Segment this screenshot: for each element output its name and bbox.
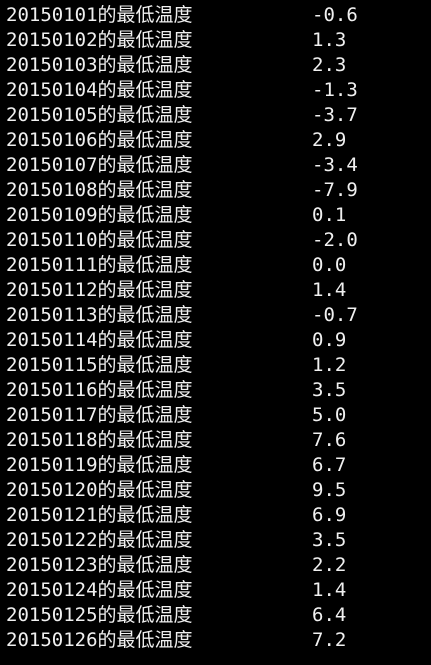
output-line: 20150122的最低温度 3.5 [0, 528, 431, 553]
temperature-value: -3.7 [312, 104, 358, 126]
output-line: 20150120的最低温度 9.5 [0, 478, 431, 503]
date-label: 20150119的最低温度 [6, 454, 193, 476]
output-line: 20150102的最低温度 1.3 [0, 28, 431, 53]
output-line: 20150109的最低温度 0.1 [0, 203, 431, 228]
date-label: 20150123的最低温度 [6, 554, 193, 576]
output-line: 20150117的最低温度 5.0 [0, 403, 431, 428]
output-line: 20150115的最低温度 1.2 [0, 353, 431, 378]
output-line: 20150123的最低温度 2.2 [0, 553, 431, 578]
date-label: 20150126的最低温度 [6, 629, 193, 651]
output-line: 20150105的最低温度 -3.7 [0, 103, 431, 128]
date-label: 20150106的最低温度 [6, 129, 193, 151]
date-label: 20150115的最低温度 [6, 354, 193, 376]
date-label: 20150103的最低温度 [6, 54, 193, 76]
output-line: 20150101的最低温度 -0.6 [0, 3, 431, 28]
temperature-value: 2.3 [312, 54, 347, 76]
date-label: 20150102的最低温度 [6, 29, 193, 51]
output-line: 20150108的最低温度 -7.9 [0, 178, 431, 203]
date-label: 20150118的最低温度 [6, 429, 193, 451]
output-line: 20150113的最低温度 -0.7 [0, 303, 431, 328]
output-line: 20150106的最低温度 2.9 [0, 128, 431, 153]
temperature-value: 1.2 [312, 354, 347, 376]
temperature-value: -0.7 [312, 304, 358, 326]
temperature-value: -1.3 [312, 79, 358, 101]
date-label: 20150101的最低温度 [6, 4, 193, 26]
output-line: 20150121的最低温度 6.9 [0, 503, 431, 528]
temperature-value: 3.5 [312, 529, 347, 551]
output-line: 20150112的最低温度 1.4 [0, 278, 431, 303]
date-label: 20150117的最低温度 [6, 404, 193, 426]
temperature-value: 1.4 [312, 579, 347, 601]
temperature-value: 1.4 [312, 279, 347, 301]
temperature-value: -2.0 [312, 229, 358, 251]
date-label: 20150110的最低温度 [6, 229, 193, 251]
output-line: 20150104的最低温度 -1.3 [0, 78, 431, 103]
date-label: 20150125的最低温度 [6, 604, 193, 626]
temperature-value: 6.4 [312, 604, 347, 626]
output-line: 20150124的最低温度 1.4 [0, 578, 431, 603]
temperature-value: 5.0 [312, 404, 347, 426]
temperature-value: 6.7 [312, 454, 347, 476]
temperature-value: 6.9 [312, 504, 347, 526]
date-label: 20150113的最低温度 [6, 304, 193, 326]
temperature-value: 3.5 [312, 379, 347, 401]
output-line: 20150107的最低温度 -3.4 [0, 153, 431, 178]
date-label: 20150108的最低温度 [6, 179, 193, 201]
output-line: 20150116的最低温度 3.5 [0, 378, 431, 403]
temperature-value: -0.6 [312, 4, 358, 26]
output-line: 20150111的最低温度 0.0 [0, 253, 431, 278]
terminal-output: 20150101的最低温度 -0.6 20150102的最低温度 1.3 20150… [0, 0, 431, 665]
date-label: 20150112的最低温度 [6, 279, 193, 301]
output-line: 20150114的最低温度 0.9 [0, 328, 431, 353]
temperature-value: 7.2 [312, 629, 347, 651]
temperature-value: -3.4 [312, 154, 358, 176]
temperature-value: 7.6 [312, 429, 347, 451]
temperature-value: 0.1 [312, 204, 347, 226]
output-line: 20150118的最低温度 7.6 [0, 428, 431, 453]
date-label: 20150116的最低温度 [6, 379, 193, 401]
date-label: 20150109的最低温度 [6, 204, 193, 226]
date-label: 20150120的最低温度 [6, 479, 193, 501]
output-line: 20150103的最低温度 2.3 [0, 53, 431, 78]
temperature-value: 0.9 [312, 329, 347, 351]
date-label: 20150114的最低温度 [6, 329, 193, 351]
output-line: 20150119的最低温度 6.7 [0, 453, 431, 478]
output-line: 20150110的最低温度 -2.0 [0, 228, 431, 253]
temperature-value: 2.2 [312, 554, 347, 576]
temperature-value: 2.9 [312, 129, 347, 151]
temperature-value: 9.5 [312, 479, 347, 501]
output-line: 20150126的最低温度 7.2 [0, 628, 431, 653]
date-label: 20150107的最低温度 [6, 154, 193, 176]
temperature-value: 0.0 [312, 254, 347, 276]
date-label: 20150104的最低温度 [6, 79, 193, 101]
output-line: 20150125的最低温度 6.4 [0, 603, 431, 628]
temperature-value: 1.3 [312, 29, 347, 51]
date-label: 20150111的最低温度 [6, 254, 193, 276]
date-label: 20150124的最低温度 [6, 579, 193, 601]
temperature-value: -7.9 [312, 179, 358, 201]
date-label: 20150122的最低温度 [6, 529, 193, 551]
date-label: 20150105的最低温度 [6, 104, 193, 126]
date-label: 20150121的最低温度 [6, 504, 193, 526]
